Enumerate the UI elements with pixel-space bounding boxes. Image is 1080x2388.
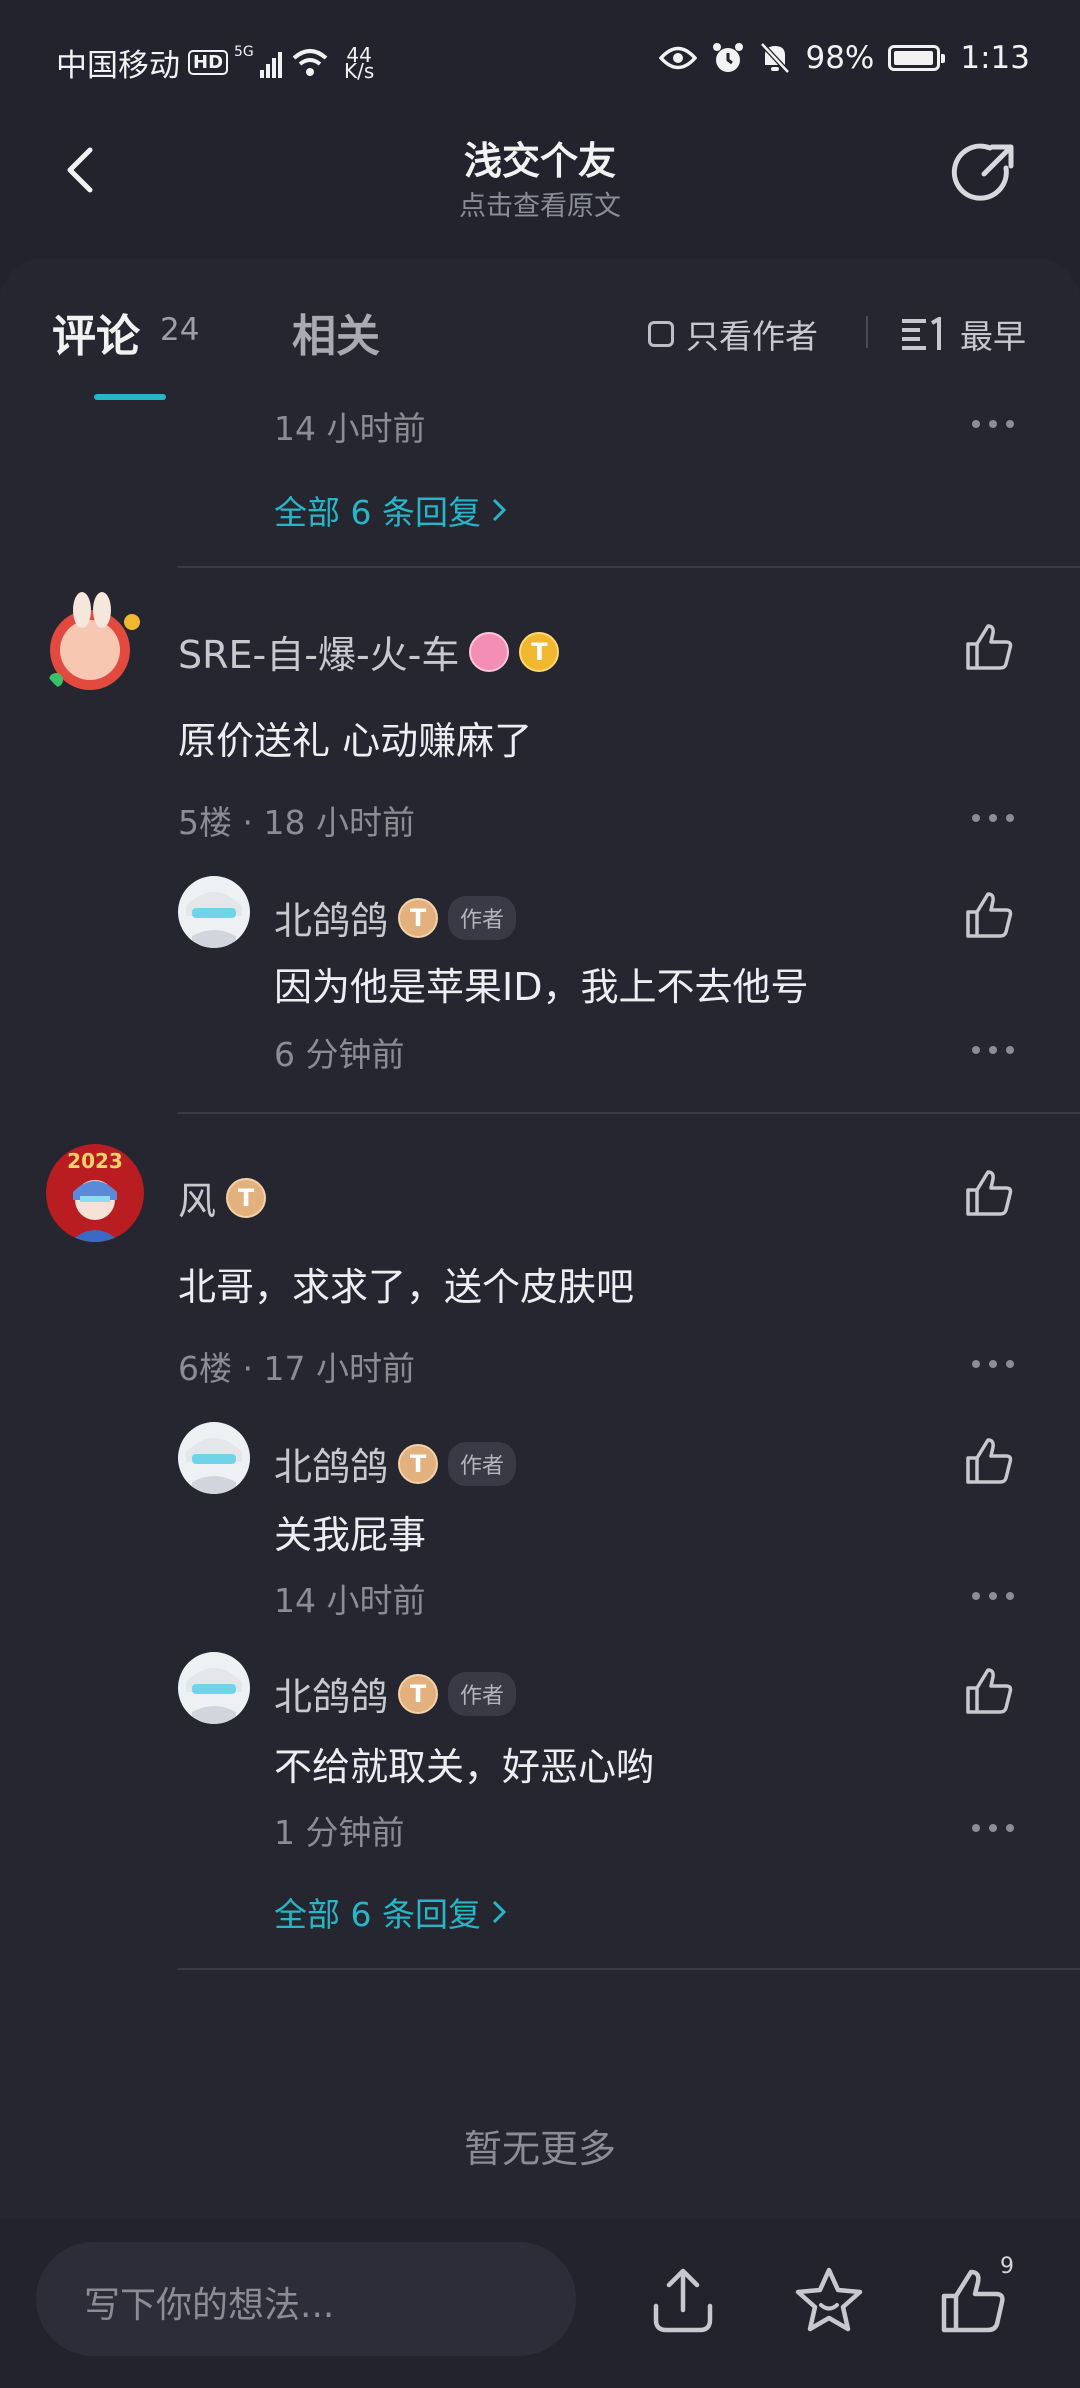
comment-meta: 5楼 · 18 小时前 — [178, 803, 415, 842]
level-badge-icon: T — [398, 1443, 439, 1484]
bell-off-icon — [760, 42, 791, 74]
thumbs-up-icon[interactable] — [962, 1434, 1016, 1488]
hd-icon: HD — [188, 50, 229, 75]
all-replies-label: 全部 6 条回复 — [274, 1895, 481, 1934]
battery-fill — [894, 51, 934, 65]
divider — [178, 566, 1080, 568]
sort-button[interactable]: 最早 — [902, 310, 1026, 358]
share-icon[interactable] — [950, 138, 1020, 208]
status-left: 中国移动 HD 5G 44 K/s — [56, 40, 374, 85]
reply-time: 6 分钟前 — [274, 1035, 405, 1074]
level-badge-icon: T — [519, 631, 560, 672]
avatar[interactable] — [178, 876, 250, 948]
reply-author[interactable]: 北鸽鸽 T 作者 — [274, 1436, 517, 1491]
comment-input[interactable]: 写下你的想法... — [36, 2242, 576, 2356]
thumbs-up-icon[interactable] — [962, 888, 1016, 942]
author-tag: 作者 — [448, 1441, 517, 1486]
signal-icon: 5G — [234, 44, 283, 78]
all-replies-link[interactable]: 全部 6 条回复 — [274, 1888, 507, 1936]
only-author-label: 只看作者 — [686, 317, 818, 356]
avatar[interactable] — [38, 590, 148, 700]
username: 北鸽鸽 — [274, 1445, 389, 1489]
comment-count: 24 — [160, 312, 200, 348]
level-badge-icon: T — [398, 1673, 439, 1714]
battery-percent: 98% — [805, 40, 875, 76]
reply-text: 关我屁事 — [274, 1513, 427, 1557]
comment-author[interactable]: SRE-自-爆-火-车 T — [178, 624, 560, 679]
thumbs-up-icon[interactable] — [962, 1664, 1016, 1718]
comment-input-placeholder: 写下你的想法... — [84, 2285, 335, 2326]
wifi-icon — [292, 48, 328, 76]
level-badge-icon: T — [398, 897, 439, 938]
checkbox-icon[interactable] — [648, 321, 674, 347]
username: 风 — [178, 1179, 217, 1223]
reply-text: 不给就取关，好恶心哟 — [274, 1745, 655, 1789]
eye-icon — [659, 46, 698, 70]
more-icon[interactable] — [972, 1592, 1014, 1600]
only-author-toggle[interactable]: 只看作者 — [648, 310, 818, 358]
toolbar-separator — [866, 316, 868, 348]
comment-text: 北哥，求求了，送个皮肤吧 — [178, 1265, 635, 1309]
alarm-icon — [713, 43, 744, 72]
reply-time: 1 分钟前 — [274, 1813, 405, 1852]
no-more-label: 暂无更多 — [463, 2127, 616, 2171]
like-count: 9 — [1000, 2254, 1014, 2279]
comment-author[interactable]: 风 T — [178, 1170, 267, 1225]
comment-text: 原价送礼 心动赚麻了 — [178, 719, 533, 763]
chevron-right-icon — [492, 1900, 507, 1924]
avatar[interactable]: 2023 — [46, 1144, 144, 1242]
more-icon[interactable] — [972, 1824, 1014, 1832]
all-replies-label: 全部 6 条回复 — [274, 493, 481, 532]
sort-label: 最早 — [960, 317, 1026, 356]
star-icon[interactable] — [792, 2264, 866, 2338]
sort-icon — [902, 317, 941, 350]
status-bar: 中国移动 HD 5G 44 K/s 98% 1:13 — [0, 0, 1080, 120]
tab-comments[interactable]: 评论 — [52, 300, 140, 364]
more-icon[interactable] — [972, 1360, 1014, 1368]
comments-panel — [0, 258, 1080, 2388]
level-badge-icon: T — [226, 1177, 267, 1218]
divider — [178, 1968, 1080, 1970]
carrier-label: 中国移动 — [56, 48, 180, 84]
battery-icon — [888, 45, 946, 71]
reply-author[interactable]: 北鸽鸽 T 作者 — [274, 1666, 517, 1721]
thumbs-up-icon[interactable] — [962, 1166, 1016, 1220]
status-right: 98% 1:13 — [659, 40, 1030, 76]
thumbs-up-icon[interactable] — [962, 620, 1016, 674]
author-tag: 作者 — [448, 1671, 517, 1716]
share-upload-icon[interactable] — [646, 2264, 720, 2338]
thumbs-up-icon[interactable] — [936, 2264, 1010, 2338]
username: SRE-自-爆-火-车 — [178, 633, 460, 677]
active-tab-indicator — [94, 394, 166, 400]
more-icon[interactable] — [972, 1046, 1014, 1054]
avatar[interactable] — [178, 1652, 250, 1724]
avatar[interactable] — [178, 1422, 250, 1494]
reply-text: 因为他是苹果ID，我上不去他号 — [274, 965, 809, 1009]
author-tag: 作者 — [448, 895, 517, 940]
username: 北鸽鸽 — [274, 1675, 389, 1719]
comment-meta: 6楼 · 17 小时前 — [178, 1349, 415, 1388]
divider — [178, 1112, 1080, 1114]
net-speed: 44 K/s — [344, 45, 375, 83]
pink-medal-icon — [469, 631, 510, 672]
tab-related[interactable]: 相关 — [292, 300, 380, 364]
reply-time: 14 小时前 — [274, 409, 426, 448]
username: 北鸽鸽 — [274, 899, 389, 943]
all-replies-link[interactable]: 全部 6 条回复 — [274, 486, 507, 534]
reply-author[interactable]: 北鸽鸽 T 作者 — [274, 890, 517, 945]
page-title[interactable]: 浅交个友 — [0, 130, 1080, 185]
reply-time: 14 小时前 — [274, 1581, 426, 1620]
avatar-text: 2023 — [67, 1149, 123, 1173]
view-original-link[interactable]: 点击查看原文 — [0, 184, 1080, 223]
more-icon[interactable] — [972, 814, 1014, 822]
net-speed-unit: K/s — [344, 58, 375, 83]
clock: 1:13 — [960, 40, 1030, 76]
chevron-right-icon — [492, 498, 507, 522]
more-icon[interactable] — [972, 420, 1014, 428]
network-gen-label: 5G — [234, 43, 254, 60]
